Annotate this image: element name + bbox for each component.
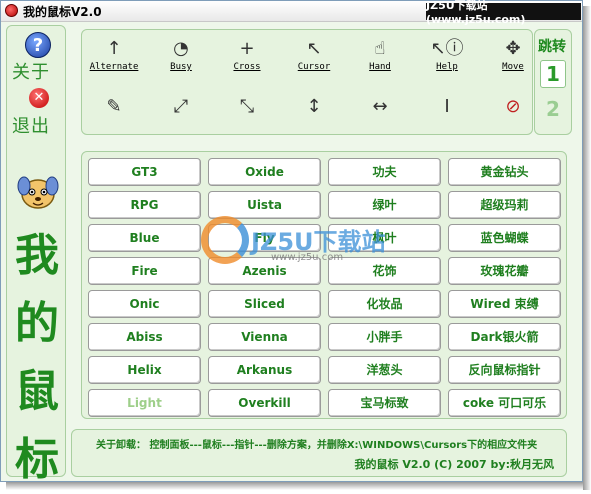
arrow-up-cursor-icon: ↑ — [106, 38, 122, 59]
busy-cursor-icon: ◔ — [173, 38, 189, 59]
copyright-text: 我的鼠标 V2.0 (C) 2007 by:秋月无风 — [354, 458, 554, 471]
alternate-cursor[interactable]: ↑ Alternate — [84, 36, 144, 80]
resize-vertical-cursor[interactable]: ↕ — [284, 94, 344, 138]
hand-cursor[interactable]: ☝ Hand — [350, 36, 410, 80]
window-shadow-bottom — [6, 482, 583, 490]
scheme-button[interactable]: 化妆品 — [328, 290, 441, 318]
about-button[interactable]: 关于 — [12, 58, 50, 84]
scheme-button[interactable]: Sliced — [208, 290, 321, 318]
scheme-button[interactable]: Overkill — [208, 389, 321, 417]
big-title-char: 的 — [15, 298, 59, 349]
pen-cursor[interactable]: ✎ — [84, 94, 144, 138]
scheme-button[interactable]: coke 可口可乐 — [448, 389, 561, 417]
scheme-button[interactable]: Oxide — [208, 158, 321, 186]
resize-nwse-cursor[interactable]: ⤡ — [217, 94, 277, 138]
cursor-label: Alternate — [89, 62, 139, 72]
cursor-label: Cursor — [297, 62, 331, 72]
window-title: 我的鼠标V2.0 — [23, 5, 102, 19]
scheme-button[interactable]: 黄金钻头 — [448, 158, 561, 186]
exit-button[interactable]: 退出 — [12, 112, 50, 138]
scheme-button[interactable]: Arkanus — [208, 356, 321, 384]
resize-nwse-cursor-icon: ⤡ — [239, 96, 255, 117]
scheme-button[interactable]: 宝马标致 — [328, 389, 441, 417]
window-shadow-right — [583, 6, 591, 490]
footer-panel: 关于卸载： 控制面板---鼠标---指针---删除方案，并删除X:\WINDOW… — [71, 429, 567, 477]
page-2-button[interactable]: 2 — [540, 96, 566, 124]
resize-horizontal-cursor-icon: ↔ — [372, 96, 388, 117]
exit-icon[interactable]: ✕ — [29, 88, 49, 108]
scheme-button[interactable]: Light — [88, 389, 201, 417]
help-icon[interactable]: ? — [25, 32, 51, 58]
app-big-title: 我 的 鼠 标 — [12, 222, 62, 494]
cross-cursor[interactable]: + Cross — [217, 36, 277, 80]
scheme-button[interactable]: 花饰 — [328, 257, 441, 285]
cursor-label: Busy — [170, 62, 192, 72]
scheme-button[interactable]: Abiss — [88, 323, 201, 351]
resize-horizontal-cursor[interactable]: ↔ — [350, 94, 410, 138]
cursor-preview-panel: ↑ Alternate ◔ Busy + Cross ↖ Cursor ☝ Hand ↖ⓘ… — [81, 29, 533, 135]
scheme-button[interactable]: 玫瑰花瓣 — [448, 257, 561, 285]
scheme-button[interactable]: Wired 束缚 — [448, 290, 561, 318]
scheme-button[interactable]: 功夫 — [328, 158, 441, 186]
mascot-dog-icon — [17, 176, 59, 209]
busy-cursor[interactable]: ◔ Busy — [151, 36, 211, 80]
pointer-cursor-icon: ↖ — [306, 38, 322, 59]
scheme-button[interactable]: Fly — [208, 224, 321, 252]
scheme-buttons-panel: GT3 Oxide 功夫 黄金钻头 RPG Uista 绿叶 超级玛莉 Blue Fly 枫叶 蓝色蝴… — [81, 151, 567, 419]
scheme-button[interactable]: 蓝色蝴蝶 — [448, 224, 561, 252]
jump-label: 跳转 — [538, 39, 566, 55]
cursor-cursor[interactable]: ↖ Cursor — [284, 36, 344, 80]
resize-nesw-cursor[interactable]: ⤢ — [151, 94, 211, 138]
title-bar[interactable]: 我的鼠标V2.0 JZ5U下载站(www.jz5u.com) — [1, 0, 582, 26]
scheme-button[interactable]: Onic — [88, 290, 201, 318]
scheme-button[interactable]: GT3 — [88, 158, 201, 186]
scheme-button[interactable]: Helix — [88, 356, 201, 384]
app-icon — [5, 4, 18, 17]
scheme-button[interactable]: 超级玛莉 — [448, 191, 561, 219]
help-cursor-icon: ↖ⓘ — [430, 38, 464, 59]
scheme-button[interactable]: Fire — [88, 257, 201, 285]
uninstall-instructions: 关于卸载： 控制面板---鼠标---指针---删除方案，并删除X:\WINDOW… — [96, 440, 538, 451]
big-title-char: 鼠 — [15, 366, 59, 417]
page-jump-panel: 跳转 1 2 — [534, 29, 572, 135]
scheme-button[interactable]: Blue — [88, 224, 201, 252]
scheme-button[interactable]: Vienna — [208, 323, 321, 351]
pen-cursor-icon: ✎ — [106, 96, 122, 117]
scheme-button[interactable]: Uista — [208, 191, 321, 219]
text-beam-cursor[interactable]: I — [417, 94, 477, 138]
help-cursor[interactable]: ↖ⓘ Help — [417, 36, 477, 80]
site-badge: JZ5U下载站(www.jz5u.com) — [426, 0, 581, 26]
text-beam-cursor-icon: I — [444, 96, 450, 117]
scheme-button[interactable]: RPG — [88, 191, 201, 219]
scheme-button[interactable]: Azenis — [208, 257, 321, 285]
page-1-button[interactable]: 1 — [540, 60, 566, 88]
resize-vertical-cursor-icon: ↕ — [306, 96, 322, 117]
scheme-button[interactable]: 洋葱头 — [328, 356, 441, 384]
scheme-button[interactable]: 绿叶 — [328, 191, 441, 219]
scheme-button[interactable]: 枫叶 — [328, 224, 441, 252]
scheme-button[interactable]: 反向鼠标指针 — [448, 356, 561, 384]
cursor-label: Help — [436, 62, 458, 72]
scheme-button[interactable]: 小胖手 — [328, 323, 441, 351]
big-title-char: 我 — [15, 230, 59, 281]
resize-nesw-cursor-icon: ⤢ — [173, 96, 189, 117]
cursor-label: Hand — [369, 62, 391, 72]
cursor-label: Cross — [233, 62, 261, 72]
main-window: 我的鼠标V2.0 JZ5U下载站(www.jz5u.com) ? 关于 ✕ 退出… — [0, 0, 583, 485]
left-sidebar: ? 关于 ✕ 退出 我 的 鼠 标 — [6, 25, 66, 485]
cross-cursor-icon: + — [239, 38, 255, 59]
scheme-button[interactable]: Dark银火箭 — [448, 323, 561, 351]
hand-cursor-icon: ☝ — [374, 38, 386, 59]
